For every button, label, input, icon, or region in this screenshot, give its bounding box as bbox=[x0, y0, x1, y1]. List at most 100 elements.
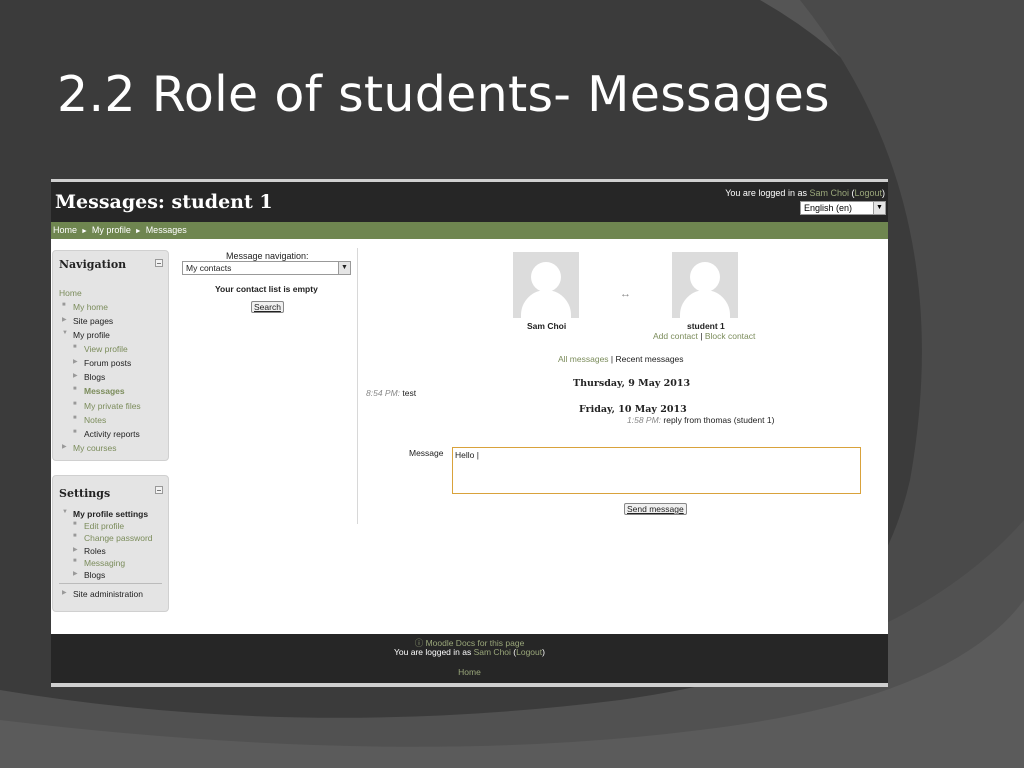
user-link[interactable]: Sam Choi bbox=[809, 188, 849, 198]
settings-change-password-label: Change password bbox=[84, 533, 153, 543]
nav-view-profile[interactable]: ■ View profile bbox=[73, 344, 128, 354]
block-contact-link[interactable]: Block contact bbox=[705, 331, 756, 341]
all-messages-link[interactable]: All messages bbox=[558, 354, 609, 364]
message-2-text: reply from thomas (student 1) bbox=[661, 415, 775, 425]
message-1-time: 8:54 PM: bbox=[366, 388, 401, 398]
breadcrumb: Home ► My profile ► Messages bbox=[51, 222, 888, 239]
add-contact-link[interactable]: Add contact bbox=[653, 331, 698, 341]
user-head-icon bbox=[531, 262, 561, 292]
bullet-icon: ■ bbox=[62, 302, 66, 308]
nav-blogs[interactable]: ▶ Blogs bbox=[73, 372, 106, 382]
footer-login-info: You are logged in as Sam Choi (Logout) bbox=[51, 647, 888, 657]
recent-messages-link[interactable]: Recent messages bbox=[616, 354, 684, 364]
logout-link[interactable]: Logout bbox=[854, 188, 882, 198]
message-textarea[interactable]: Hello | bbox=[452, 447, 861, 494]
nav-my-courses[interactable]: ▶ My courses bbox=[62, 443, 116, 453]
navigation-block: Navigation Home ■ My home ▶ Site pages ▼ My… bbox=[52, 250, 169, 461]
settings-roles-label: Roles bbox=[84, 546, 106, 556]
footer-login-prefix: You are logged in as bbox=[394, 647, 474, 657]
nav-notes-label: Notes bbox=[84, 415, 107, 425]
navigation-title: Navigation bbox=[59, 258, 127, 271]
avatar-student-1[interactable] bbox=[672, 252, 738, 318]
settings-my-profile-settings[interactable]: ▼ My profile settings bbox=[62, 509, 149, 519]
settings-divider bbox=[59, 583, 162, 584]
login-prefix: You are logged in as bbox=[725, 188, 810, 198]
expand-arrow-icon: ▶ bbox=[73, 359, 78, 365]
bottom-strip bbox=[51, 683, 888, 687]
nav-notes[interactable]: ■ Notes bbox=[73, 415, 107, 425]
column-divider bbox=[357, 248, 358, 524]
nav-my-profile-label: My profile bbox=[73, 330, 110, 340]
nav-activity-reports[interactable]: ■ Activity reports bbox=[73, 429, 140, 439]
breadcrumb-arrow-icon: ► bbox=[79, 228, 90, 235]
nav-private-files[interactable]: ■ My private files bbox=[73, 401, 141, 411]
settings-my-profile-settings-label: My profile settings bbox=[73, 509, 149, 519]
language-select[interactable]: English (en) ▼ bbox=[800, 201, 886, 215]
message-2-time: 1:58 PM: bbox=[627, 415, 662, 425]
settings-site-administration-label: Site administration bbox=[73, 589, 143, 599]
nav-blogs-label: Blogs bbox=[84, 372, 106, 382]
page-title: Messages: student 1 bbox=[55, 191, 273, 213]
send-message-button[interactable]: Send message bbox=[624, 503, 687, 515]
message-navigation-select[interactable]: My contacts ▼ bbox=[182, 261, 351, 275]
message-1: 8:54 PM: test bbox=[366, 388, 416, 398]
settings-change-password[interactable]: ■ Change password bbox=[73, 533, 153, 543]
collapse-icon[interactable] bbox=[155, 486, 163, 494]
collapse-arrow-icon: ▼ bbox=[62, 509, 68, 515]
settings-roles[interactable]: ▶ Roles bbox=[73, 546, 106, 556]
settings-blogs-label: Blogs bbox=[84, 570, 106, 580]
settings-edit-profile[interactable]: ■ Edit profile bbox=[73, 521, 125, 531]
bullet-icon: ■ bbox=[73, 429, 77, 435]
footer-user-link[interactable]: Sam Choi bbox=[474, 647, 511, 657]
footer-logout-link[interactable]: Logout bbox=[516, 647, 542, 657]
bullet-icon: ■ bbox=[73, 558, 77, 564]
footer-home-link[interactable]: Home bbox=[51, 667, 888, 677]
login-info: You are logged in as Sam Choi (Logout) bbox=[725, 188, 885, 198]
bullet-icon: ■ bbox=[73, 401, 77, 407]
nav-forum-posts[interactable]: ▶ Forum posts bbox=[73, 358, 131, 368]
user-head-icon bbox=[690, 262, 720, 292]
chevron-down-icon: ▼ bbox=[338, 262, 350, 274]
user-right-name[interactable]: student 1 bbox=[687, 321, 725, 331]
moodle-screenshot: Messages: student 1 You are logged in as… bbox=[51, 179, 888, 687]
settings-messaging[interactable]: ■ Messaging bbox=[73, 558, 125, 568]
collapse-icon[interactable] bbox=[155, 259, 163, 267]
message-navigation-label: Message navigation: bbox=[226, 251, 309, 261]
contact-actions-separator: | bbox=[697, 331, 705, 341]
nav-my-home[interactable]: ■ My home bbox=[62, 302, 108, 312]
nav-my-profile[interactable]: ▼ My profile bbox=[62, 330, 110, 340]
page-header: Messages: student 1 You are logged in as… bbox=[51, 182, 888, 222]
nav-messages[interactable]: ■ Messages bbox=[73, 386, 125, 396]
user-left-name[interactable]: Sam Choi bbox=[527, 321, 566, 331]
bullet-icon: ■ bbox=[73, 386, 77, 392]
settings-edit-profile-label: Edit profile bbox=[84, 521, 125, 531]
bullet-icon: ■ bbox=[73, 521, 77, 527]
user-body-icon bbox=[521, 290, 571, 318]
nav-activity-reports-label: Activity reports bbox=[84, 429, 140, 439]
breadcrumb-my-profile[interactable]: My profile bbox=[92, 225, 131, 235]
nav-home[interactable]: Home bbox=[59, 288, 82, 298]
expand-arrow-icon: ▶ bbox=[62, 444, 67, 450]
nav-private-files-label: My private files bbox=[84, 401, 141, 411]
user-body-icon bbox=[680, 290, 730, 318]
avatar-sam-choi[interactable] bbox=[513, 252, 579, 318]
expand-arrow-icon: ▶ bbox=[62, 590, 67, 596]
language-value: English (en) bbox=[804, 203, 853, 213]
settings-site-administration[interactable]: ▶ Site administration bbox=[62, 589, 143, 599]
paren-close: ) bbox=[882, 188, 885, 198]
bullet-icon: ■ bbox=[73, 344, 77, 350]
search-button[interactable]: Search bbox=[251, 301, 284, 313]
expand-arrow-icon: ▶ bbox=[73, 571, 78, 577]
settings-blogs[interactable]: ▶ Blogs bbox=[73, 570, 106, 580]
nav-site-pages-label: Site pages bbox=[73, 316, 114, 326]
chevron-down-icon: ▼ bbox=[873, 202, 885, 214]
nav-site-pages[interactable]: ▶ Site pages bbox=[62, 316, 114, 326]
expand-arrow-icon: ▶ bbox=[73, 547, 78, 553]
message-filter-separator: | bbox=[608, 354, 616, 364]
message-filter: All messages | Recent messages bbox=[558, 354, 684, 364]
message-2: 1:58 PM: reply from thomas (student 1) bbox=[627, 415, 774, 425]
settings-block: Settings ▼ My profile settings ■ Edit prof… bbox=[52, 475, 169, 612]
breadcrumb-home[interactable]: Home bbox=[53, 225, 77, 235]
contact-actions: Add contact | Block contact bbox=[653, 331, 755, 341]
message-1-text: test bbox=[400, 388, 417, 398]
